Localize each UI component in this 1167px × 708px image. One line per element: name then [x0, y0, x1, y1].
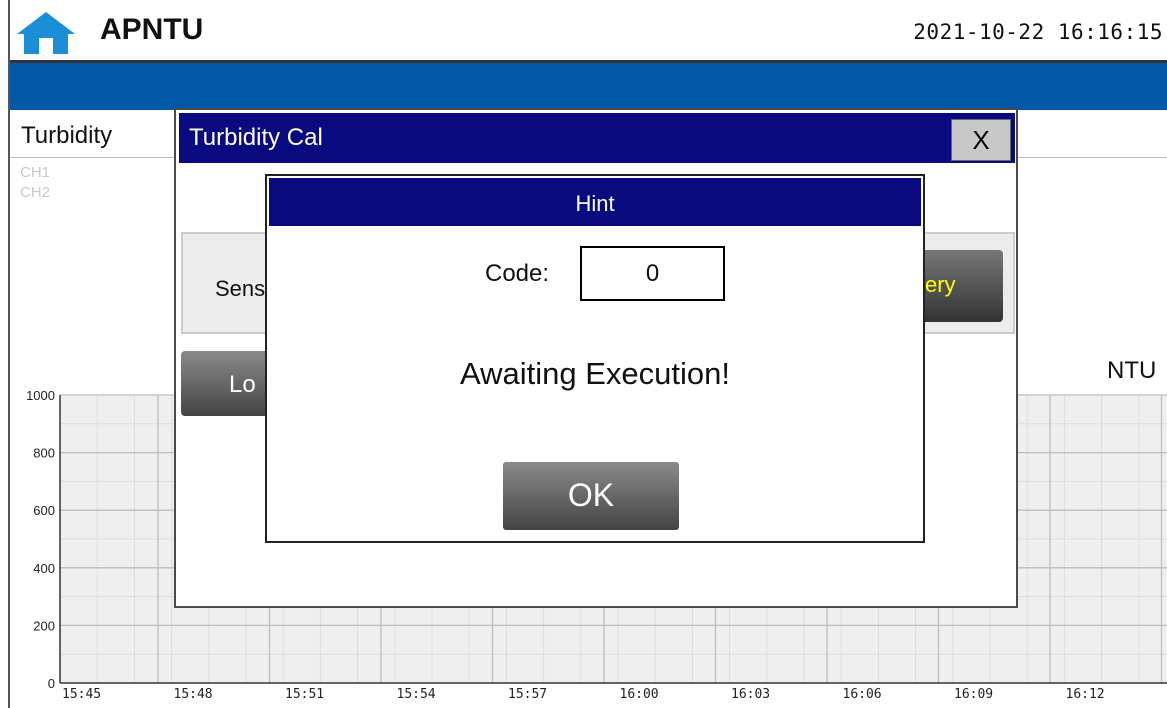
y-tick-label: 400 — [33, 561, 55, 576]
recovery-button-label: ery — [925, 272, 956, 297]
x-tick-label: 16:06 — [843, 687, 882, 702]
x-tick-label: 15:51 — [285, 687, 324, 702]
sensor-label: Sens — [215, 276, 266, 301]
hint-titlebar: Hint — [269, 178, 921, 226]
y-tick-label: 200 — [33, 618, 55, 633]
x-tick-label: 15:54 — [397, 687, 436, 702]
x-tick-label: 16:12 — [1066, 687, 1105, 702]
dialog-title: Turbidity Cal — [189, 124, 323, 151]
x-tick-label: 15:57 — [508, 687, 547, 702]
code-label: Code: — [485, 260, 550, 287]
x-tick-label: 16:09 — [954, 687, 993, 702]
y-tick-label: 1000 — [26, 388, 55, 403]
ok-button[interactable]: OK — [503, 462, 679, 530]
y-tick-label: 0 — [48, 676, 55, 691]
hint-dialog: Hint Code: 0 Awaiting Execution! OK — [265, 174, 925, 543]
x-tick-label: 15:45 — [62, 687, 101, 702]
hint-title: Hint — [575, 191, 615, 216]
y-tick-label: 800 — [33, 446, 55, 461]
legend-item-ch1: CH1 — [20, 164, 51, 181]
legend-item-ch2: CH2 — [20, 184, 51, 201]
chart-legend: CH1 CH2 — [20, 163, 50, 203]
low-button-label: Lo — [229, 371, 256, 398]
close-button[interactable]: X — [951, 119, 1011, 161]
x-tick-label: 15:48 — [174, 687, 213, 702]
recovery-button[interactable]: ery — [913, 250, 1003, 322]
x-tick-label: 16:03 — [731, 687, 770, 702]
dialog-titlebar: Turbidity Cal X — [179, 113, 1015, 163]
hint-message: Awaiting Execution! — [460, 356, 730, 391]
x-tick-label: 16:00 — [620, 687, 659, 702]
unit-label: NTU — [1107, 357, 1157, 384]
y-tick-label: 600 — [33, 503, 55, 518]
code-field[interactable]: 0 — [580, 246, 725, 301]
